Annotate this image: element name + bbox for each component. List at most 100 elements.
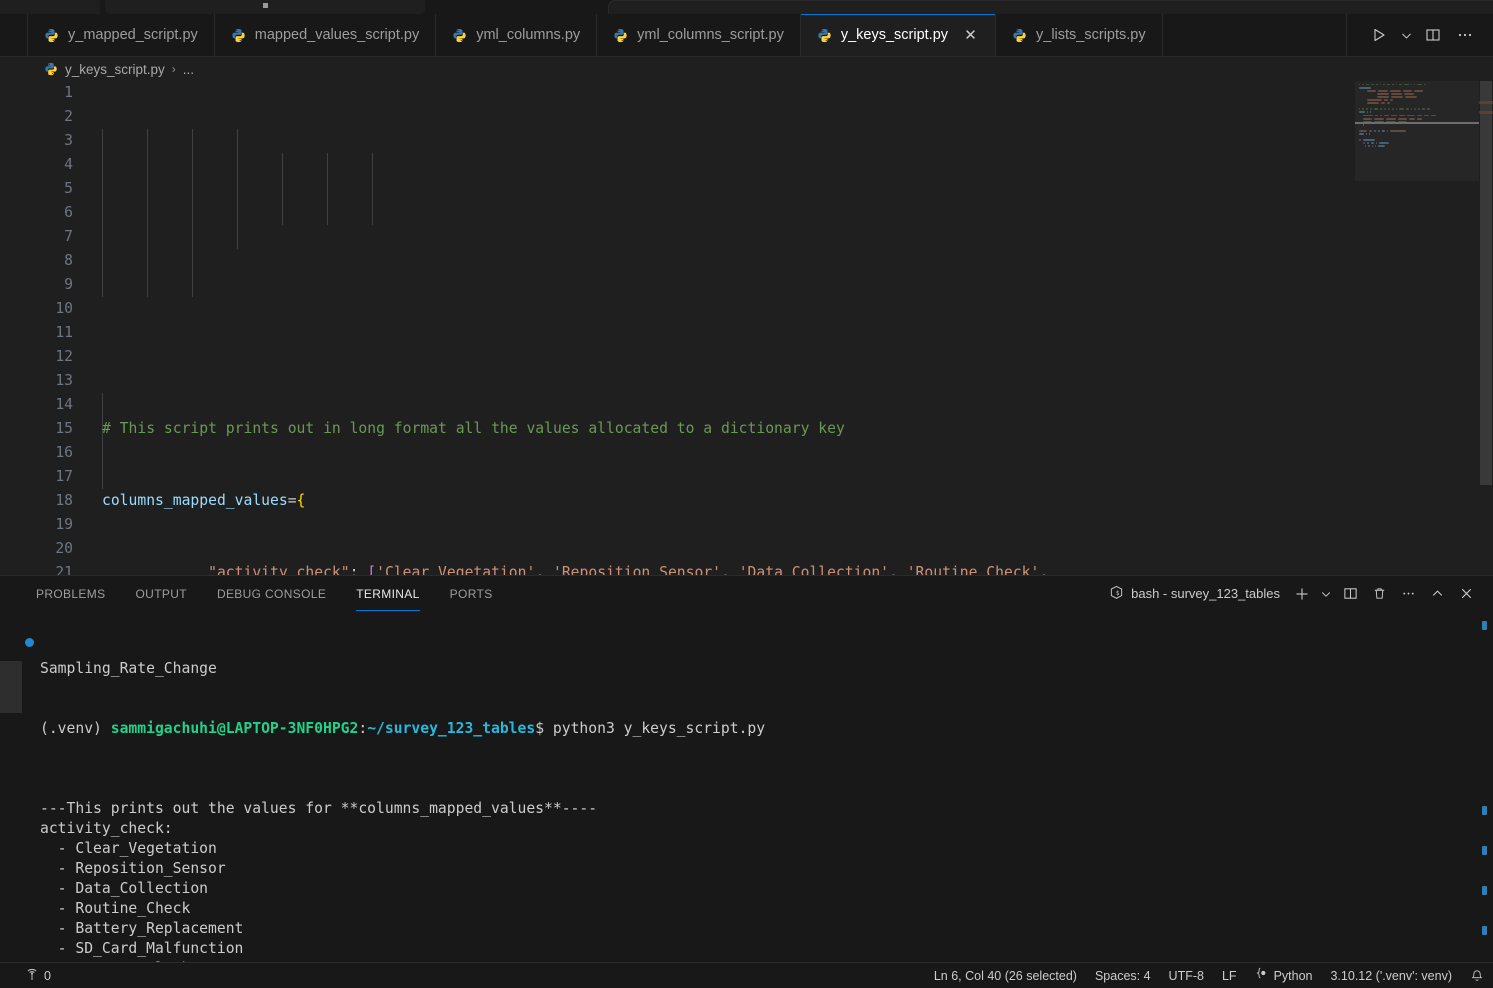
code-line-3[interactable]: "activity_check": ['Clear_Vegetation', '… bbox=[102, 561, 1493, 575]
terminal-profile-dropdown[interactable] bbox=[1318, 581, 1334, 607]
language-name: Python bbox=[1273, 968, 1313, 983]
tab-label: yml_columns_script.py bbox=[637, 27, 784, 43]
line-number: 8 bbox=[64, 252, 73, 269]
indent-guide bbox=[192, 129, 193, 297]
breadcrumb[interactable]: y_keys_script.py › ... bbox=[0, 57, 1493, 81]
scrollbar-thumb[interactable] bbox=[1480, 81, 1492, 485]
tab-bar-gutter bbox=[0, 14, 28, 56]
terminal-line: - Reposition_Sensor bbox=[40, 860, 226, 877]
indent-guide bbox=[237, 129, 238, 249]
language-mode[interactable]: Python bbox=[1246, 965, 1322, 987]
comment-text: # This script prints out in long format … bbox=[102, 420, 845, 437]
tab-problems[interactable]: PROBLEMS bbox=[36, 576, 106, 611]
cursor-position[interactable]: Ln 6, Col 40 (26 selected) bbox=[925, 965, 1086, 987]
line-number: 20 bbox=[55, 540, 73, 557]
venv-label: (.venv) bbox=[40, 720, 102, 737]
new-terminal-button[interactable] bbox=[1289, 581, 1315, 607]
run-options-dropdown[interactable] bbox=[1397, 21, 1415, 49]
kill-terminal-button[interactable] bbox=[1366, 581, 1392, 607]
line-number: 3 bbox=[64, 132, 73, 149]
more-actions-button[interactable] bbox=[1451, 21, 1479, 49]
close-icon[interactable]: ✕ bbox=[962, 27, 979, 44]
tab-yml_columns_script[interactable]: yml_columns_script.py bbox=[597, 14, 801, 56]
minimap-line bbox=[1355, 145, 1479, 148]
tab-terminal[interactable]: TERMINAL bbox=[356, 576, 421, 611]
split-terminal-button[interactable] bbox=[1337, 581, 1363, 607]
tab-output[interactable]: OUTPUT bbox=[136, 576, 187, 611]
line-number: 10 bbox=[55, 300, 73, 317]
overview-ruler-mark bbox=[1479, 101, 1493, 104]
line-number: 21 bbox=[55, 564, 73, 575]
breadcrumb-file[interactable]: y_keys_script.py bbox=[65, 62, 165, 77]
editor-vertical-scrollbar[interactable] bbox=[1479, 81, 1493, 575]
status-bar: 0 Ln 6, Col 40 (26 selected) Spaces: 4 U… bbox=[0, 962, 1493, 988]
terminal-command-line: (.venv) sammigachuhi@LAPTOP-3NF0HPG2:~/s… bbox=[40, 719, 1493, 739]
line-number: 13 bbox=[55, 372, 73, 389]
split-editor-button[interactable] bbox=[1419, 21, 1447, 49]
terminal-bash-icon: $ bbox=[1109, 585, 1124, 603]
editor-actions bbox=[1346, 14, 1493, 56]
terminal-line: - Structural_Change bbox=[40, 959, 1493, 962]
indent-guide bbox=[327, 153, 328, 225]
line-number: 18 bbox=[55, 492, 73, 509]
breadcrumb-tail[interactable]: ... bbox=[183, 62, 194, 77]
terminal-line: ---This prints out the values for **colu… bbox=[40, 800, 598, 817]
terminal-output[interactable]: Sampling_Rate_Change (.venv) sammigachuh… bbox=[0, 611, 1493, 962]
terminal-decoration-gutter bbox=[0, 661, 22, 713]
line-number: 4 bbox=[64, 156, 73, 173]
python-interpreter[interactable]: 3.10.12 ('.venv': venv) bbox=[1321, 965, 1461, 987]
line-number: 15 bbox=[55, 420, 73, 437]
terminal-body[interactable]: Sampling_Rate_Change (.venv) sammigachuh… bbox=[0, 611, 1493, 962]
tab-yml_columns[interactable]: yml_columns.py bbox=[436, 14, 598, 56]
tab-label: y_lists_scripts.py bbox=[1036, 27, 1146, 43]
tab-y_mapped_script[interactable]: y_mapped_script.py bbox=[28, 14, 215, 56]
minimap[interactable] bbox=[1355, 81, 1479, 575]
line-number: 12 bbox=[55, 348, 73, 365]
terminal-overview-mark bbox=[1482, 886, 1487, 895]
encoding-setting[interactable]: UTF-8 bbox=[1160, 965, 1213, 987]
line-number: 14 bbox=[55, 396, 73, 413]
panel-more-actions-button[interactable] bbox=[1395, 581, 1421, 607]
command-status-icon[interactable] bbox=[25, 638, 34, 647]
line-number: 11 bbox=[55, 324, 73, 341]
status-bar-right: Ln 6, Col 40 (26 selected) Spaces: 4 UTF… bbox=[925, 965, 1493, 987]
title-bar-left bbox=[0, 0, 100, 14]
tab-debug-console[interactable]: DEBUG CONSOLE bbox=[217, 576, 326, 611]
tab-label: yml_columns.py bbox=[476, 27, 581, 43]
close-panel-button[interactable] bbox=[1453, 581, 1479, 607]
maximize-panel-button[interactable] bbox=[1424, 581, 1450, 607]
line-number: 5 bbox=[64, 180, 73, 197]
code-editor[interactable]: 1 2 3 4 5 6 7 8 9 10 11 12 13 14 15 16 1… bbox=[0, 81, 1493, 575]
prompt-dollar: $ bbox=[535, 720, 545, 737]
editor-tab-bar: y_mapped_script.py mapped_values_script.… bbox=[0, 14, 1493, 57]
tab-ports[interactable]: PORTS bbox=[450, 576, 493, 611]
code-line-1[interactable]: # This script prints out in long format … bbox=[102, 417, 1493, 441]
tab-y_lists_scripts[interactable]: y_lists_scripts.py bbox=[996, 14, 1163, 56]
terminal-line: - Clear_Vegetation bbox=[40, 840, 217, 857]
tab-y_keys_script[interactable]: y_keys_script.py ✕ bbox=[800, 14, 997, 56]
tab-label: y_mapped_script.py bbox=[68, 27, 198, 43]
tab-mapped_values_script[interactable]: mapped_values_script.py bbox=[214, 14, 437, 56]
terminal-line: - Battery_Replacement bbox=[40, 920, 244, 937]
run-python-file-button[interactable] bbox=[1365, 21, 1393, 49]
eol-setting[interactable]: LF bbox=[1213, 965, 1246, 987]
line-number-gutter: 1 2 3 4 5 6 7 8 9 10 11 12 13 14 15 16 1… bbox=[0, 81, 86, 575]
panel-actions: $ bash - survey_123_tables bbox=[1109, 581, 1493, 607]
braces-icon bbox=[1255, 965, 1269, 987]
terminal-line: - SD_Card_Malfunction bbox=[40, 940, 244, 957]
code-line-2[interactable]: columns_mapped_values={ bbox=[102, 489, 1493, 513]
code-lines[interactable]: # This script prints out in long format … bbox=[86, 81, 1493, 575]
bell-icon[interactable] bbox=[1461, 965, 1493, 987]
terminal-overview-mark bbox=[1482, 621, 1487, 630]
problems-count: 0 bbox=[44, 968, 51, 983]
terminal-overview-mark bbox=[1482, 806, 1487, 815]
title-bar-right bbox=[608, 0, 1493, 14]
indentation-setting[interactable]: Spaces: 4 bbox=[1086, 965, 1160, 987]
terminal-tab-label[interactable]: $ bash - survey_123_tables bbox=[1109, 585, 1280, 603]
command-center[interactable] bbox=[105, 0, 425, 14]
indent-guide bbox=[102, 129, 103, 297]
code-area[interactable]: 1 2 3 4 5 6 7 8 9 10 11 12 13 14 15 16 1… bbox=[0, 81, 1493, 575]
line-number: 1 bbox=[64, 84, 73, 101]
remote-indicator-icon[interactable]: 0 bbox=[16, 965, 60, 987]
